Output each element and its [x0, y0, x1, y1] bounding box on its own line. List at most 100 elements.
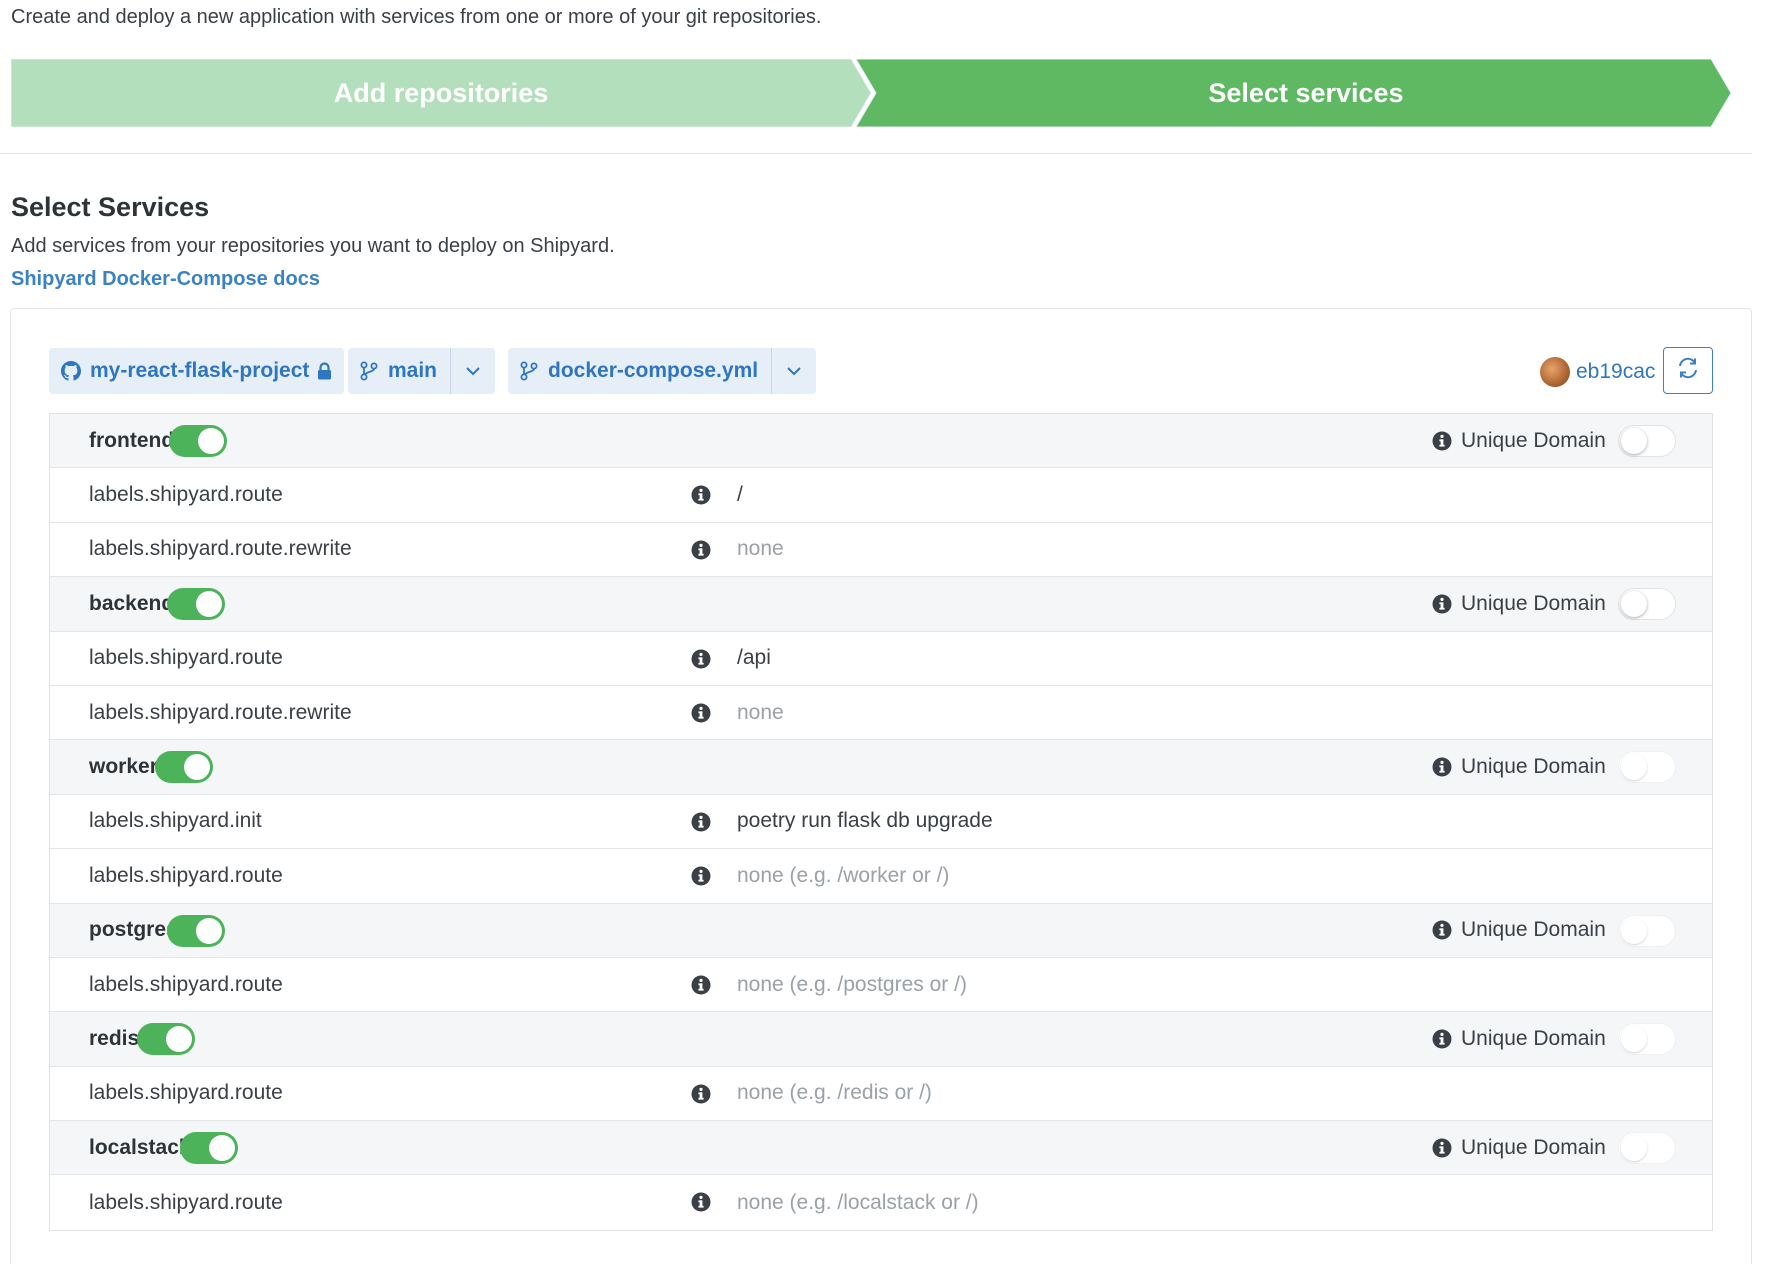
service-enabled-toggle[interactable]: [167, 914, 225, 947]
unique-domain-label: Unique Domain: [1461, 591, 1606, 615]
label-key: labels.shipyard.route: [89, 863, 283, 887]
compose-file-name: docker-compose.yml: [548, 359, 759, 382]
unique-domain-label: Unique Domain: [1461, 1026, 1606, 1050]
label-row: labels.shipyard.route /api: [50, 632, 1712, 686]
unique-domain: Unique Domain: [1432, 918, 1606, 942]
service-row-frontend: frontend Unique Domain: [50, 414, 1712, 469]
unique-domain: Unique Domain: [1432, 1136, 1606, 1160]
github-icon: [61, 361, 81, 381]
step-add-repositories[interactable]: Add repositories: [11, 59, 871, 127]
branch-name: main: [388, 359, 438, 382]
step-select-services[interactable]: Select services: [881, 59, 1731, 127]
label-key: labels.shipyard.route: [89, 646, 283, 670]
git-branch-icon: [360, 361, 378, 381]
info-icon[interactable]: [691, 812, 711, 832]
label-value[interactable]: none: [737, 537, 784, 561]
unique-domain: Unique Domain: [1432, 592, 1606, 616]
service-enabled-toggle[interactable]: [137, 1023, 195, 1056]
lock-icon: [317, 362, 332, 380]
label-row: labels.shipyard.route.rewrite none: [50, 523, 1712, 578]
service-name: postgres: [89, 918, 178, 942]
service-enabled-toggle[interactable]: [169, 425, 227, 457]
git-branch-icon: [520, 361, 538, 381]
service-name: localstack: [89, 1135, 191, 1159]
refresh-icon: [1676, 356, 1700, 385]
branch-dropdown-toggle[interactable]: [451, 348, 495, 394]
service-row-worker: worker Unique Domain: [50, 740, 1712, 795]
docs-link[interactable]: Shipyard Docker-Compose docs: [11, 268, 320, 291]
info-icon[interactable]: [691, 703, 711, 723]
info-icon[interactable]: [691, 1192, 711, 1212]
label-value[interactable]: none (e.g. /postgres or /): [737, 973, 967, 997]
label-key: labels.shipyard.route.rewrite: [89, 537, 352, 561]
unique-domain-toggle[interactable]: [1618, 751, 1676, 784]
unique-domain: Unique Domain: [1432, 429, 1606, 453]
label-key: labels.shipyard.route.rewrite: [89, 700, 352, 724]
wizard-stepper: Add repositories Select services: [11, 59, 1751, 127]
avatar: [1540, 357, 1570, 387]
info-icon[interactable]: [1432, 920, 1452, 940]
unique-domain-label: Unique Domain: [1461, 428, 1606, 452]
label-value[interactable]: none (e.g. /localstack or /): [737, 1191, 979, 1215]
refresh-button[interactable]: [1663, 347, 1713, 394]
label-value[interactable]: none: [737, 701, 784, 725]
unique-domain: Unique Domain: [1432, 755, 1606, 779]
unique-domain-toggle[interactable]: [1618, 1132, 1676, 1165]
service-row-redis: redis Unique Domain: [50, 1012, 1712, 1067]
label-row: labels.shipyard.route none (e.g. /postgr…: [50, 958, 1712, 1013]
user-account[interactable]: eb19cac: [1540, 357, 1655, 387]
service-enabled-toggle[interactable]: [155, 751, 213, 784]
label-row: labels.shipyard.route.rewrite none: [50, 686, 1712, 741]
compose-file-select[interactable]: docker-compose.yml: [508, 348, 817, 394]
info-icon[interactable]: [691, 649, 711, 669]
label-key: labels.shipyard.route: [89, 1081, 283, 1105]
unique-domain-toggle[interactable]: [1618, 914, 1676, 947]
service-row-localstack: localstack Unique Domain: [50, 1121, 1712, 1176]
unique-domain-toggle[interactable]: [1618, 425, 1676, 457]
chevron-down-icon: [465, 366, 481, 376]
unique-domain-label: Unique Domain: [1461, 755, 1606, 779]
label-row: labels.shipyard.init poetry run flask db…: [50, 795, 1712, 850]
label-value[interactable]: /api: [737, 646, 771, 670]
info-icon[interactable]: [1432, 1138, 1452, 1158]
section-subtitle: Add services from your repositories you …: [11, 235, 615, 257]
repo-name: my-react-flask-project: [90, 359, 310, 382]
unique-domain-toggle[interactable]: [1618, 588, 1676, 621]
service-enabled-toggle[interactable]: [167, 588, 225, 621]
label-row: labels.shipyard.route none (e.g. /locals…: [50, 1175, 1712, 1229]
divider: [0, 153, 1752, 154]
service-name: backend: [89, 591, 175, 615]
label-key: labels.shipyard.route: [89, 483, 283, 507]
label-row: labels.shipyard.route none (e.g. /redis …: [50, 1067, 1712, 1122]
unique-domain-toggle[interactable]: [1618, 1023, 1676, 1056]
service-enabled-toggle[interactable]: [180, 1132, 238, 1165]
branch-select[interactable]: main: [348, 348, 496, 394]
info-icon[interactable]: [691, 975, 711, 995]
service-row-postgres: postgres Unique Domain: [50, 903, 1712, 958]
label-value[interactable]: none (e.g. /worker or /): [737, 864, 949, 888]
page-description: Create and deploy a new application with…: [11, 6, 822, 28]
chevron-down-icon: [786, 366, 802, 376]
info-icon[interactable]: [691, 866, 711, 886]
info-icon[interactable]: [691, 485, 711, 505]
service-name: redis: [89, 1026, 140, 1050]
info-icon[interactable]: [1432, 1029, 1452, 1049]
info-icon[interactable]: [1432, 594, 1452, 614]
label-value[interactable]: poetry run flask db upgrade: [737, 809, 993, 833]
info-icon[interactable]: [1432, 431, 1452, 451]
label-key: labels.shipyard.route: [89, 972, 283, 996]
info-icon[interactable]: [691, 1084, 711, 1104]
compose-file-dropdown-toggle[interactable]: [772, 348, 816, 394]
label-value[interactable]: none (e.g. /redis or /): [737, 1081, 932, 1105]
label-value[interactable]: /: [737, 483, 743, 507]
unique-domain-label: Unique Domain: [1461, 1135, 1606, 1159]
service-row-backend: backend Unique Domain: [50, 577, 1712, 632]
username: eb19cac: [1576, 360, 1656, 383]
repo-chip[interactable]: my-react-flask-project: [49, 348, 345, 394]
service-name: frontend: [89, 428, 175, 452]
label-row: labels.shipyard.route none (e.g. /worker…: [50, 849, 1712, 904]
label-key: labels.shipyard.route: [89, 1190, 283, 1214]
info-icon[interactable]: [1432, 757, 1452, 777]
info-icon[interactable]: [691, 540, 711, 560]
unique-domain: Unique Domain: [1432, 1027, 1606, 1051]
